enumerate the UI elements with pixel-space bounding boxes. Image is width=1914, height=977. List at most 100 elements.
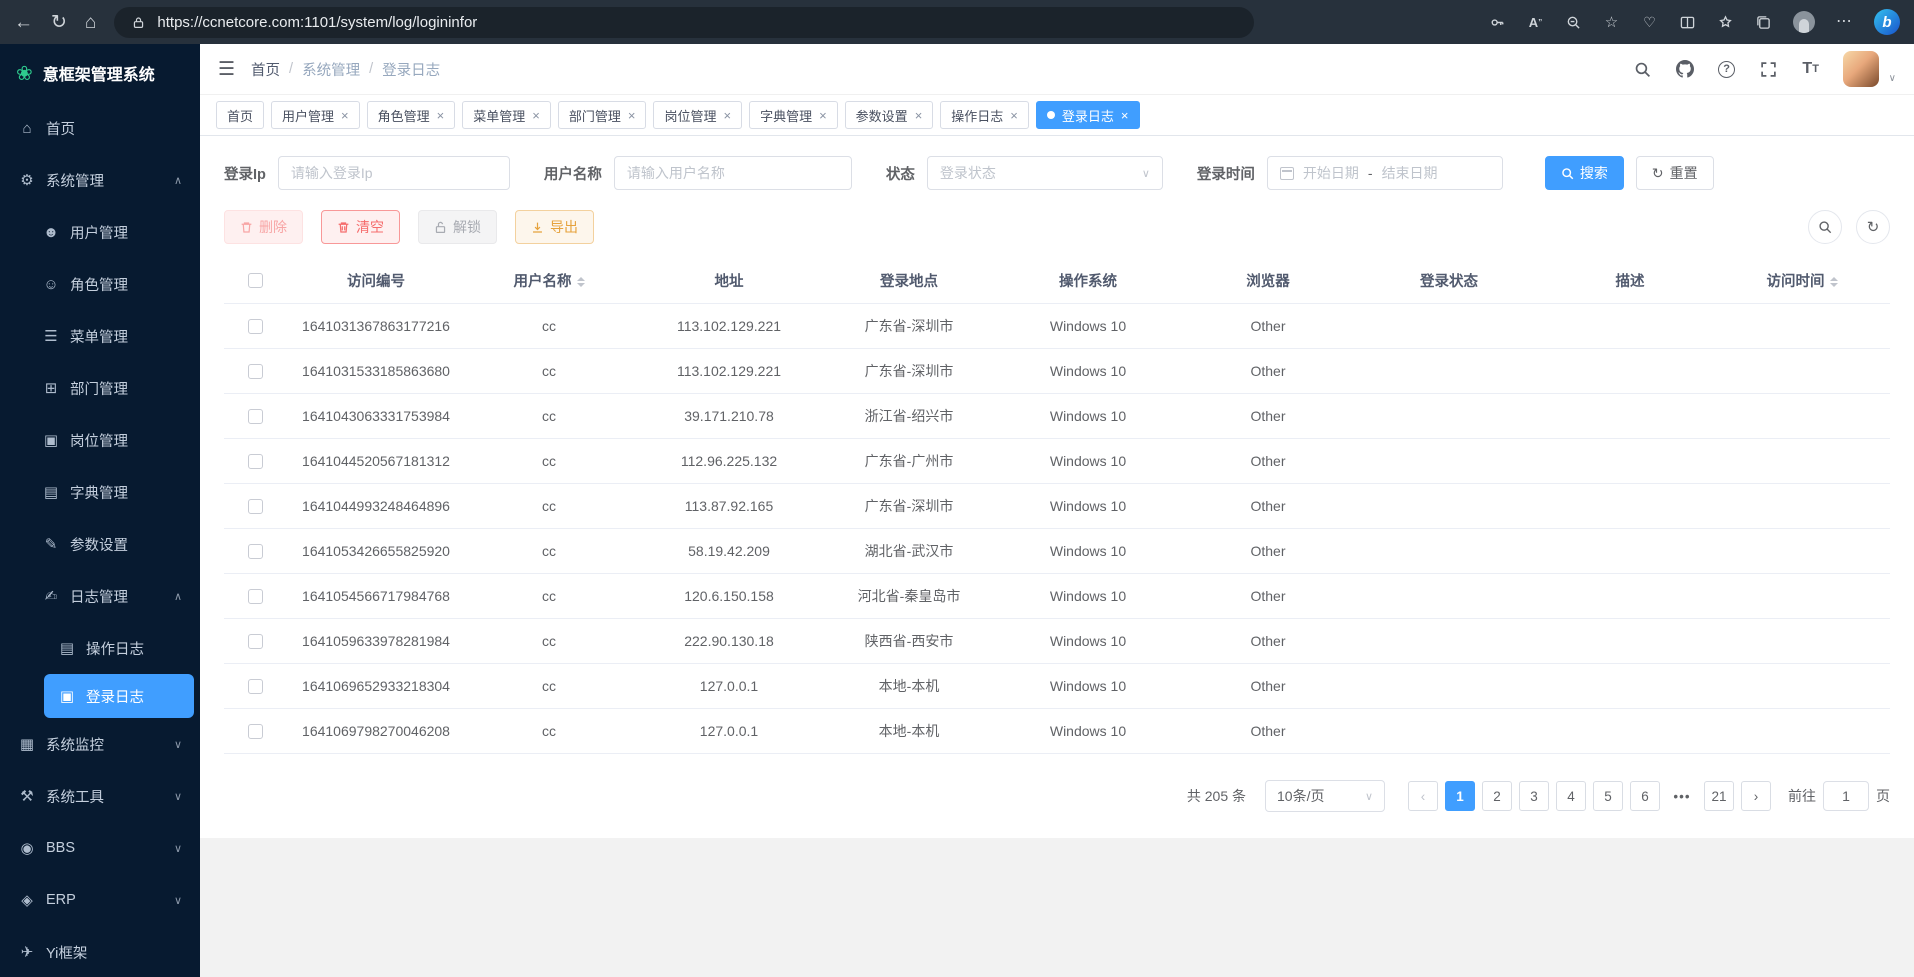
tab-首页[interactable]: 首页 <box>216 101 264 129</box>
row-checkbox[interactable] <box>248 409 263 424</box>
tab-参数设置[interactable]: 参数设置× <box>845 101 934 129</box>
page-button-3[interactable]: 3 <box>1519 781 1549 811</box>
close-tab-icon[interactable]: × <box>915 109 923 122</box>
close-tab-icon[interactable]: × <box>1121 109 1129 122</box>
address-bar[interactable]: https://ccnetcore.com:1101/system/log/lo… <box>114 7 1254 38</box>
sidebar-item-tool[interactable]: ⚒系统工具∨ <box>0 770 200 822</box>
sidebar-item-monitor[interactable]: ▦系统监控∨ <box>0 718 200 770</box>
sidebar-item-post[interactable]: ▣岗位管理 <box>0 414 200 466</box>
sidebar-item-user[interactable]: ☻用户管理 <box>0 206 200 258</box>
bing-icon[interactable]: b <box>1874 9 1900 35</box>
github-icon[interactable] <box>1675 59 1695 79</box>
favorites-add-icon[interactable]: ☆ <box>1603 14 1620 31</box>
tab-字典管理[interactable]: 字典管理× <box>749 101 838 129</box>
sort-caret-down-icon[interactable] <box>1830 283 1838 287</box>
row-checkbox[interactable] <box>248 544 263 559</box>
row-checkbox[interactable] <box>248 454 263 469</box>
username-input[interactable] <box>614 156 852 190</box>
tab-菜单管理[interactable]: 菜单管理× <box>462 101 551 129</box>
row-checkbox[interactable] <box>248 724 263 739</box>
refresh-table-button[interactable]: ↻ <box>1856 210 1890 244</box>
sidebar-toggle-icon[interactable]: ☰ <box>218 58 235 81</box>
show-search-toggle-button[interactable] <box>1808 210 1842 244</box>
sidebar-item-menu[interactable]: ☰菜单管理 <box>0 310 200 362</box>
sidebar-item-dict[interactable]: ▤字典管理 <box>0 466 200 518</box>
sort-caret-up-icon[interactable] <box>577 277 585 281</box>
close-tab-icon[interactable]: × <box>723 109 731 122</box>
help-icon[interactable]: ? <box>1717 59 1737 79</box>
fullscreen-icon[interactable] <box>1759 59 1779 79</box>
sidebar-item-dept[interactable]: ⊞部门管理 <box>0 362 200 414</box>
tab-岗位管理[interactable]: 岗位管理× <box>653 101 742 129</box>
row-checkbox[interactable] <box>248 319 263 334</box>
tab-角色管理[interactable]: 角色管理× <box>367 101 456 129</box>
search-button[interactable]: 搜索 <box>1545 156 1624 190</box>
font-size-icon[interactable]: TT <box>1801 59 1821 79</box>
page-button-6[interactable]: 6 <box>1630 781 1660 811</box>
row-checkbox[interactable] <box>248 499 263 514</box>
back-icon[interactable]: ← <box>14 13 33 32</box>
close-tab-icon[interactable]: × <box>437 109 445 122</box>
split-screen-icon[interactable] <box>1679 14 1696 31</box>
tab-用户管理[interactable]: 用户管理× <box>271 101 360 129</box>
login-time-range-picker[interactable]: 开始日期 - 结束日期 <box>1267 156 1503 190</box>
row-checkbox[interactable] <box>248 679 263 694</box>
sidebar-item-erp[interactable]: ◈ERP∨ <box>0 874 200 926</box>
page-ellipsis[interactable]: ••• <box>1667 781 1697 811</box>
tab-操作日志[interactable]: 操作日志× <box>940 101 1029 129</box>
profile-icon[interactable] <box>1793 11 1815 33</box>
sidebar-item-loginlog[interactable]: ▣登录日志 <box>44 674 194 718</box>
read-aloud-icon[interactable]: A” <box>1527 14 1544 31</box>
clear-button[interactable]: 清空 <box>321 210 400 244</box>
collections-icon[interactable] <box>1755 14 1772 31</box>
row-select-cell <box>224 484 286 529</box>
close-tab-icon[interactable]: × <box>532 109 540 122</box>
reload-icon[interactable]: ↻ <box>51 13 67 32</box>
tab-部门管理[interactable]: 部门管理× <box>558 101 647 129</box>
row-checkbox[interactable] <box>248 634 263 649</box>
page-button-2[interactable]: 2 <box>1482 781 1512 811</box>
breadcrumb-item[interactable]: 系统管理 <box>302 59 360 80</box>
browser-home-icon[interactable]: ⌂ <box>85 13 96 32</box>
zoom-icon[interactable] <box>1565 14 1582 31</box>
sidebar-item-bbs[interactable]: ◉BBS∨ <box>0 822 200 874</box>
page-button-4[interactable]: 4 <box>1556 781 1586 811</box>
next-page-button[interactable]: › <box>1741 781 1771 811</box>
search-icon[interactable] <box>1633 59 1653 79</box>
status-select[interactable]: 登录状态 ∨ <box>927 156 1163 190</box>
row-checkbox[interactable] <box>248 364 263 379</box>
sidebar-item-log[interactable]: ✍日志管理∧ <box>0 570 200 622</box>
goto-page-input[interactable] <box>1823 781 1869 811</box>
close-tab-icon[interactable]: × <box>628 109 636 122</box>
login-ip-input[interactable] <box>278 156 510 190</box>
sidebar-item-home[interactable]: ⌂首页 <box>0 102 200 154</box>
close-tab-icon[interactable]: × <box>341 109 349 122</box>
select-all-checkbox[interactable] <box>248 273 263 288</box>
reset-button[interactable]: ↻ 重置 <box>1636 156 1714 190</box>
export-button[interactable]: 导出 <box>515 210 594 244</box>
key-icon[interactable] <box>1489 14 1506 31</box>
sidebar-item-system[interactable]: ⚙系统管理∧ <box>0 154 200 206</box>
prev-page-button[interactable]: ‹ <box>1408 781 1438 811</box>
browser-essentials-icon[interactable]: ♡ <box>1641 14 1658 31</box>
sort-caret-down-icon[interactable] <box>577 283 585 287</box>
tab-登录日志[interactable]: 登录日志× <box>1036 101 1140 129</box>
close-tab-icon[interactable]: × <box>819 109 827 122</box>
page-button-1[interactable]: 1 <box>1445 781 1475 811</box>
sidebar-item-param[interactable]: ✎参数设置 <box>0 518 200 570</box>
avatar[interactable] <box>1843 51 1879 87</box>
sidebar-item-yi[interactable]: ✈Yi框架 <box>0 926 200 977</box>
close-tab-icon[interactable]: × <box>1010 109 1018 122</box>
page-button-21[interactable]: 21 <box>1704 781 1734 811</box>
page-button-5[interactable]: 5 <box>1593 781 1623 811</box>
breadcrumb-item[interactable]: 首页 <box>251 59 280 80</box>
row-checkbox[interactable] <box>248 589 263 604</box>
sidebar-item-operlog[interactable]: ▤操作日志 <box>0 622 200 674</box>
sidebar-item-role[interactable]: ☺角色管理 <box>0 258 200 310</box>
delete-button[interactable]: 删除 <box>224 210 303 244</box>
browser-menu-icon[interactable]: ⋯ <box>1836 14 1853 30</box>
favorites-bar-icon[interactable] <box>1717 14 1734 31</box>
unlock-button[interactable]: 解锁 <box>418 210 497 244</box>
page-size-select[interactable]: 10条/页 ∨ <box>1265 780 1385 812</box>
sort-caret-up-icon[interactable] <box>1830 277 1838 281</box>
